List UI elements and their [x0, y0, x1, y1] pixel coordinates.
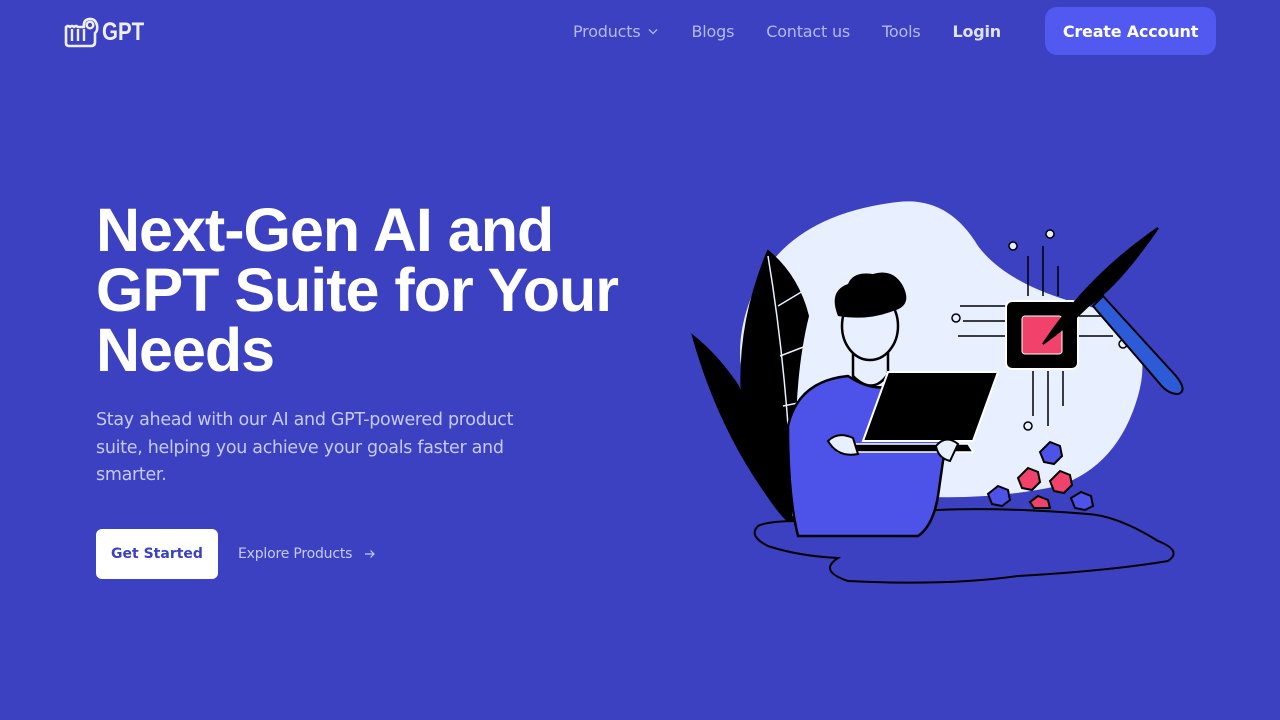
arrow-right-icon — [365, 550, 376, 558]
brand-name: GPT — [102, 17, 145, 46]
create-account-button[interactable]: Create Account — [1045, 7, 1216, 55]
explore-products-label: Explore Products — [238, 546, 353, 562]
pointing-hand-icon — [64, 17, 99, 48]
hero-subtitle: Stay ahead with our AI and GPT-powered p… — [96, 410, 514, 485]
nav-products[interactable]: Products — [573, 22, 659, 41]
get-started-button[interactable]: Get Started — [96, 529, 218, 579]
nav-tools[interactable]: Tools — [882, 22, 921, 41]
explore-products-link[interactable]: Explore Products — [238, 529, 376, 579]
chevron-down-icon — [648, 29, 657, 35]
logo-link[interactable]: GPT — [64, 15, 153, 49]
nav-contact-us[interactable]: Contact us — [766, 22, 850, 41]
main-nav: Products Blogs Contact us Tools Login — [573, 0, 1001, 62]
hero-title: Next-Gen AI and GPT Suite for Your Needs — [96, 196, 619, 384]
nav-blogs[interactable]: Blogs — [692, 22, 735, 41]
nav-products-label: Products — [573, 21, 641, 41]
navbar: GPT Products Blogs Contact us Tools Logi… — [0, 0, 1280, 62]
hero-illustration — [691, 201, 1184, 584]
nav-login[interactable]: Login — [952, 22, 1001, 41]
